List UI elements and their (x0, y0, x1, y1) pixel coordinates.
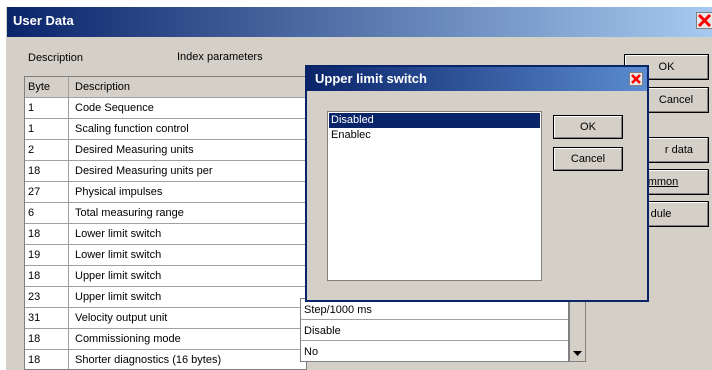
byte-cell: 31 (25, 308, 69, 328)
table-header-row: Byte Description (25, 77, 306, 98)
shorter-diagnostics-value[interactable]: No (301, 342, 568, 361)
byte-cell: 27 (25, 182, 69, 202)
table-row[interactable]: 2 Desired Measuring units (25, 140, 306, 161)
table-row[interactable]: 27 Physical impulses (25, 182, 306, 203)
index-parameters-label: Index parameters (177, 51, 263, 63)
column-header-description: Description (75, 81, 131, 93)
dialog-ok-button[interactable]: OK (553, 115, 623, 139)
byte-cell: 1 (25, 119, 69, 139)
description-cell: Lower limit switch (75, 249, 162, 261)
byte-cell: 18 (25, 224, 69, 244)
description-cell: Desired Measuring units per (75, 165, 213, 177)
table-row[interactable]: 19 Lower limit switch (25, 245, 306, 266)
table-row[interactable]: 23 Upper limit switch (25, 287, 306, 308)
byte-cell: 18 (25, 161, 69, 181)
dialog-titlebar[interactable]: Upper limit switch (307, 67, 647, 91)
user-data-button-label: r data (664, 144, 694, 156)
byte-cell: 18 (25, 329, 69, 349)
table-row[interactable]: 18 Shorter diagnostics (16 bytes) (25, 350, 306, 369)
value-column: Step/1000 ms Disable No (300, 298, 569, 362)
description-cell: Total measuring range (75, 207, 184, 219)
close-icon (630, 73, 642, 85)
description-cell: Physical impulses (75, 186, 163, 198)
byte-cell: 2 (25, 140, 69, 160)
byte-cell: 23 (25, 287, 69, 307)
description-cell: Commissioning mode (75, 333, 181, 345)
byte-cell: 1 (25, 98, 69, 118)
description-cell: Desired Measuring units (75, 144, 194, 156)
parameter-table: Byte Description 1 Code Sequence 1 Scaling… (24, 76, 307, 370)
description-cell: Lower limit switch (75, 228, 162, 240)
table-row[interactable]: 18 Commissioning mode (25, 329, 306, 350)
cancel-button-label: Cancel (658, 94, 694, 106)
window-title: User Data (13, 13, 74, 28)
window-close-button[interactable] (696, 12, 712, 29)
column-header-byte: Byte (25, 77, 69, 97)
description-cell: Code Sequence (75, 102, 154, 114)
table-row[interactable]: 31 Velocity output unit (25, 308, 306, 329)
list-item[interactable]: Disabled (329, 113, 540, 128)
dialog-ok-label: OK (580, 121, 596, 133)
commissioning-mode-value[interactable]: Disable (301, 321, 568, 341)
description-cell: Velocity output unit (75, 312, 168, 324)
description-label: Description (28, 52, 84, 64)
table-row[interactable]: 18 Lower limit switch (25, 224, 306, 245)
table-row[interactable]: 6 Total measuring range (25, 203, 306, 224)
description-cell: Shorter diagnostics (16 bytes) (75, 354, 222, 366)
ok-button-label: OK (658, 61, 675, 73)
description-cell: Upper limit switch (75, 291, 162, 303)
chevron-down-icon (573, 351, 582, 356)
dialog-close-button[interactable] (629, 72, 643, 86)
byte-cell: 18 (25, 266, 69, 286)
table-row[interactable]: 18 Desired Measuring units per (25, 161, 306, 182)
value-dropdown-scroll[interactable] (569, 298, 586, 362)
byte-cell: 19 (25, 245, 69, 265)
dialog-title: Upper limit switch (315, 71, 427, 86)
user-data-window: User Data Description Index parameters B… (6, 7, 712, 370)
module-button-label: dule (650, 208, 672, 220)
velocity-output-unit-value[interactable]: Step/1000 ms (301, 300, 568, 320)
cancel-button[interactable]: Cancel (643, 87, 709, 113)
table-row[interactable]: 1 Scaling function control (25, 119, 306, 140)
description-cell: Upper limit switch (75, 270, 162, 282)
close-icon (697, 13, 712, 28)
upper-limit-switch-dialog: Upper limit switch Disabled Enablec OK C… (305, 65, 649, 302)
dialog-cancel-label: Cancel (570, 153, 606, 165)
common-button-label: mmon (647, 176, 679, 188)
description-cell: Scaling function control (75, 123, 189, 135)
table-row[interactable]: 1 Code Sequence (25, 98, 306, 119)
options-listbox[interactable]: Disabled Enablec (327, 111, 542, 281)
byte-cell: 6 (25, 203, 69, 223)
window-titlebar[interactable]: User Data (7, 7, 712, 37)
dialog-cancel-button[interactable]: Cancel (553, 147, 623, 171)
table-row[interactable]: 18 Upper limit switch (25, 266, 306, 287)
byte-cell: 18 (25, 350, 69, 369)
list-item[interactable]: Enablec (329, 128, 540, 143)
